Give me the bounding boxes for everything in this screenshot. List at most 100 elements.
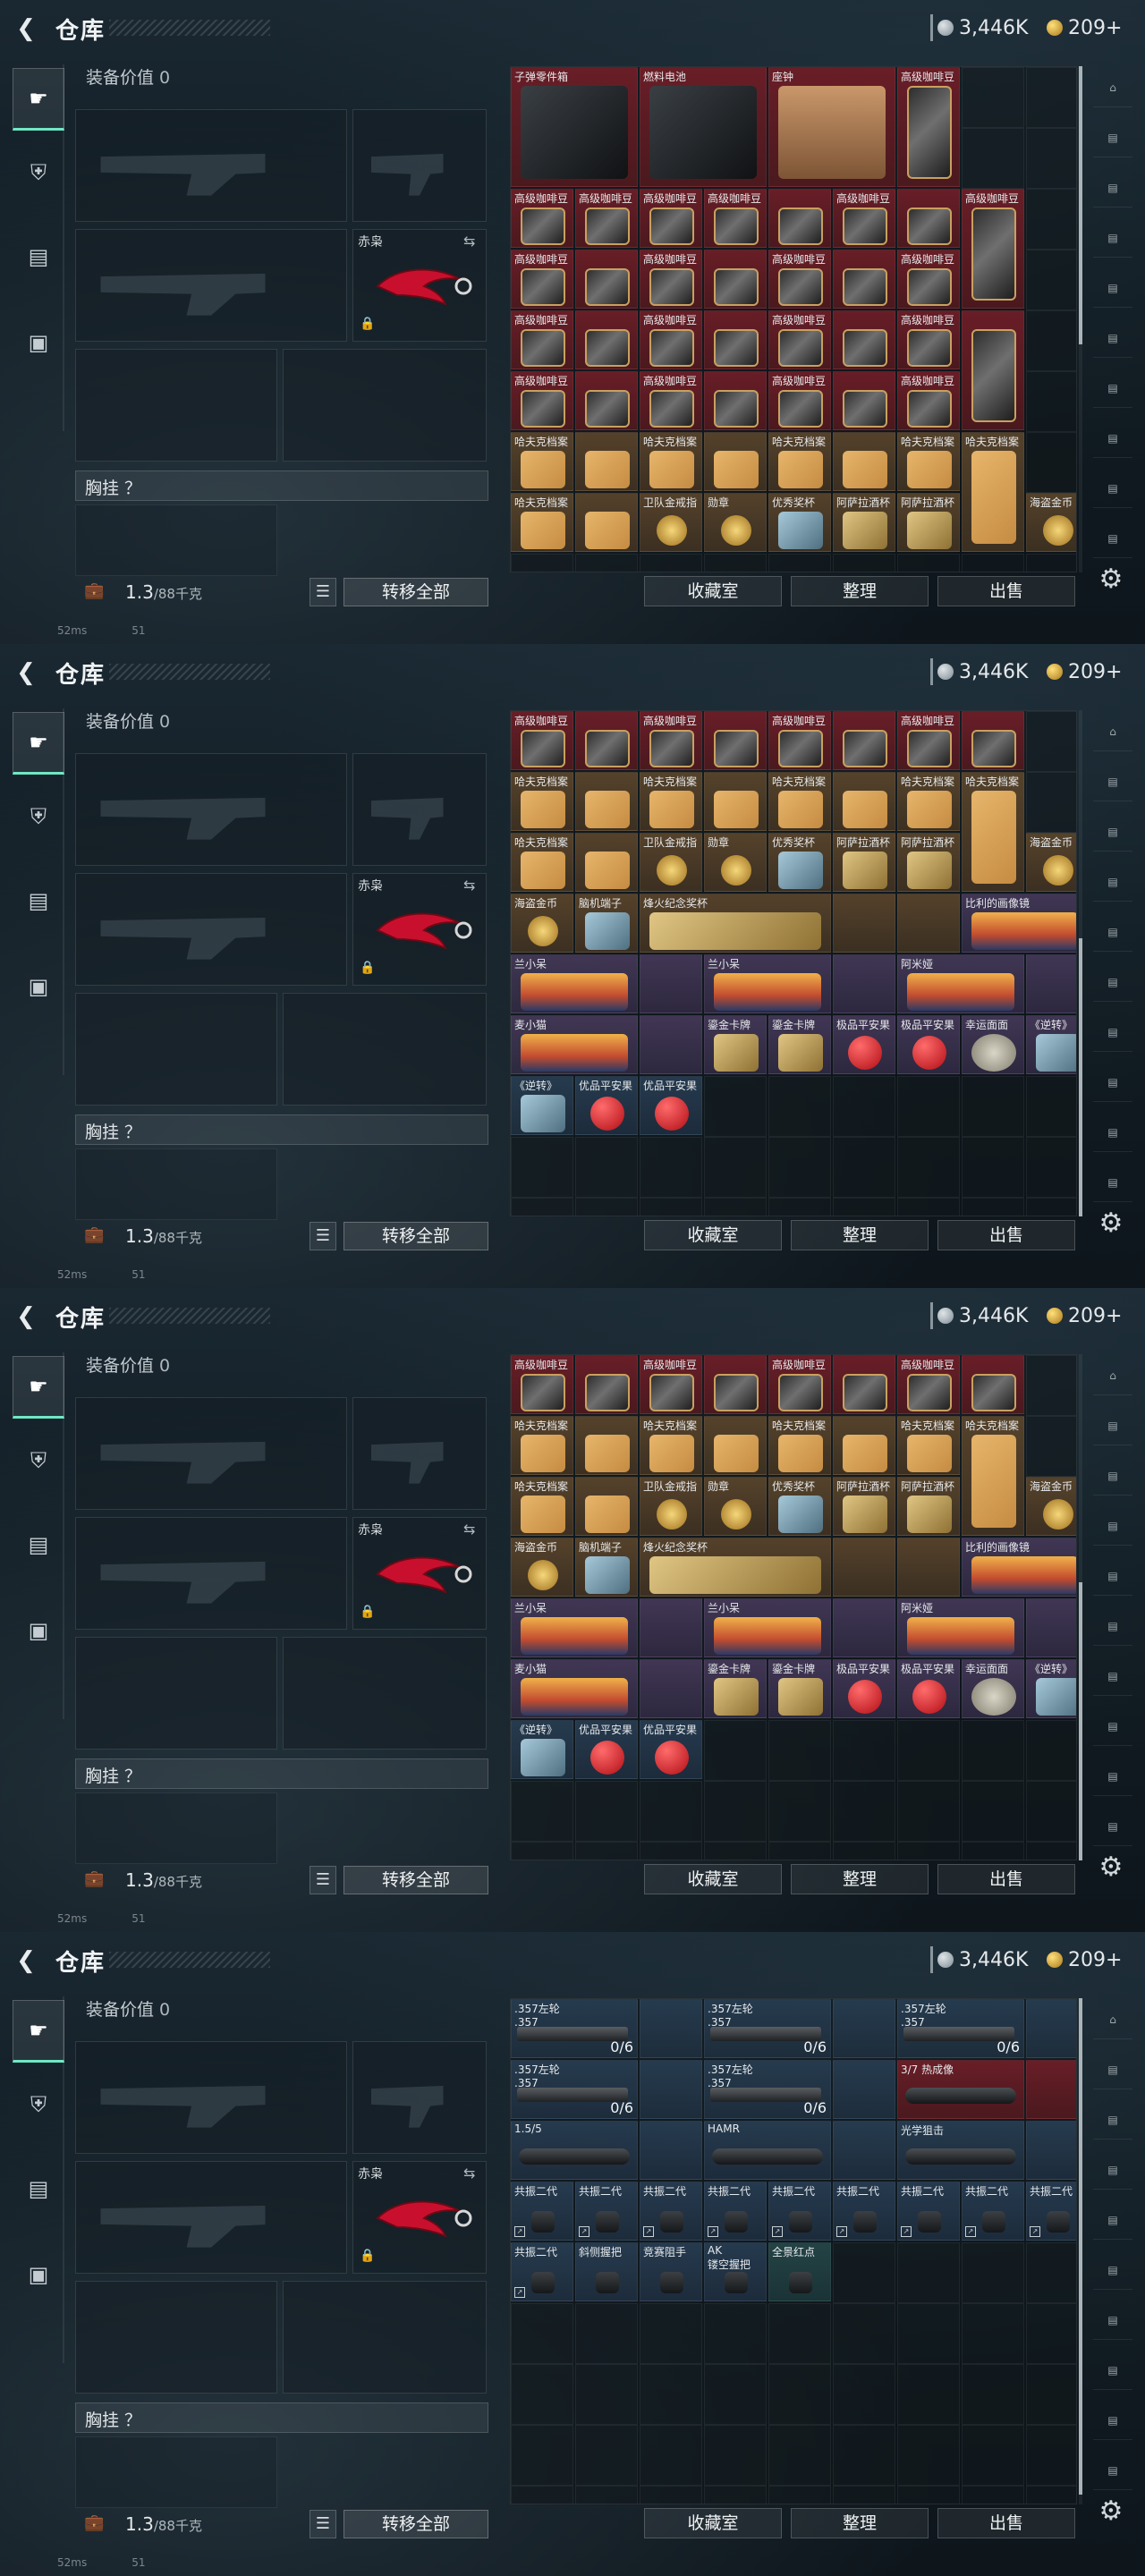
empty-slot[interactable] bbox=[511, 1198, 573, 1216]
empty-slot[interactable] bbox=[833, 1781, 895, 1842]
nav-weapons-tab[interactable]: ☛ bbox=[13, 68, 64, 131]
storage-page-10[interactable]: ▤ bbox=[1093, 519, 1132, 558]
storage-page-9[interactable]: ▤ bbox=[1093, 1757, 1132, 1796]
empty-slot[interactable] bbox=[962, 2486, 1024, 2504]
storage-item[interactable]: 兰小呆 bbox=[704, 1598, 831, 1657]
storage-page-2[interactable]: ▤ bbox=[1093, 762, 1132, 801]
storage-page-10[interactable]: ▤ bbox=[1093, 1163, 1132, 1202]
nav-armor-tab[interactable]: ⛨ bbox=[13, 1429, 64, 1492]
storage-item[interactable]: 哈夫克档案 bbox=[511, 833, 573, 892]
storage-page-1[interactable]: ⌂ bbox=[1093, 712, 1132, 751]
storage-item[interactable]: 勋章 bbox=[704, 833, 767, 892]
nav-armor-tab[interactable]: ⛨ bbox=[13, 2073, 64, 2136]
storage-item[interactable]: 哈夫克档案 bbox=[640, 432, 702, 491]
storage-item[interactable]: 光学狙击 bbox=[897, 2121, 1024, 2180]
storage-item[interactable] bbox=[704, 310, 767, 369]
secondary-weapon-slot[interactable] bbox=[75, 229, 347, 342]
storage-item[interactable]: .357左轮 .357 0/6 bbox=[704, 2060, 831, 2119]
storage-page-3[interactable]: ▤ bbox=[1093, 2100, 1132, 2140]
storage-item[interactable] bbox=[962, 310, 1024, 430]
swap-icon[interactable]: ⇆ bbox=[463, 2165, 475, 2182]
storage-item[interactable]: 哈夫克档案 bbox=[962, 1416, 1024, 1536]
storage-item[interactable] bbox=[833, 250, 895, 309]
empty-slot[interactable] bbox=[768, 2303, 831, 2364]
storage-item[interactable]: 勋章 bbox=[704, 493, 767, 552]
storage-item[interactable] bbox=[575, 1477, 638, 1536]
storage-item[interactable]: 高级咖啡豆 bbox=[768, 1355, 831, 1414]
empty-slot[interactable] bbox=[833, 2364, 895, 2425]
empty-slot[interactable] bbox=[1026, 2364, 1076, 2425]
sort-button[interactable]: 整理 bbox=[791, 576, 929, 606]
storage-item[interactable] bbox=[833, 371, 895, 430]
storage-item[interactable] bbox=[897, 894, 960, 953]
storage-item[interactable] bbox=[962, 1355, 1024, 1414]
storage-item[interactable]: 阿萨拉酒杯 bbox=[897, 833, 960, 892]
storage-page-7[interactable]: ▤ bbox=[1093, 1013, 1132, 1052]
body-armor-slot[interactable] bbox=[283, 349, 487, 462]
empty-slot[interactable] bbox=[704, 1076, 767, 1137]
storage-page-8[interactable]: ▤ bbox=[1093, 419, 1132, 458]
pistol-slot[interactable] bbox=[352, 2041, 487, 2154]
storage-item[interactable]: 海盗金币 bbox=[511, 894, 573, 953]
storage-page-3[interactable]: ▤ bbox=[1093, 812, 1132, 852]
empty-slot[interactable] bbox=[897, 1076, 960, 1137]
empty-slot[interactable] bbox=[768, 1137, 831, 1198]
storage-item[interactable]: 卫队金戒指 bbox=[640, 493, 702, 552]
storage-item[interactable] bbox=[575, 371, 638, 430]
empty-slot[interactable] bbox=[511, 2303, 573, 2364]
storage-item[interactable]: 全景红点 bbox=[768, 2242, 831, 2301]
backpack-slot[interactable] bbox=[75, 1792, 277, 1864]
empty-slot[interactable] bbox=[1026, 1781, 1076, 1842]
chest-rig-slot[interactable]: 胸挂 ？ bbox=[75, 470, 488, 501]
storage-item[interactable] bbox=[640, 954, 702, 1013]
empty-slot[interactable] bbox=[575, 2303, 638, 2364]
list-view-button[interactable]: ☰ bbox=[310, 2510, 336, 2538]
transfer-all-button[interactable]: 转移全部 bbox=[344, 578, 488, 606]
collection-room-button[interactable]: 收藏室 bbox=[644, 576, 782, 606]
storage-scrollbar[interactable] bbox=[1079, 1354, 1082, 1860]
storage-item[interactable] bbox=[833, 711, 895, 770]
storage-grid[interactable]: .357左轮 .357 0/6 .357左轮 .357 0/6 .357左轮 .357 0… bbox=[510, 1998, 1077, 2504]
empty-slot[interactable] bbox=[1026, 1198, 1076, 1216]
nav-backpack-tab[interactable]: ▣ bbox=[13, 311, 64, 374]
body-armor-slot[interactable] bbox=[283, 2281, 487, 2394]
storage-item[interactable]: 优品平安果 bbox=[575, 1076, 638, 1135]
primary-weapon-slot[interactable] bbox=[75, 1397, 347, 1510]
storage-item[interactable]: 烽火纪念奖杯 bbox=[640, 1538, 831, 1597]
storage-item[interactable]: 高级咖啡豆 bbox=[640, 189, 702, 248]
storage-item[interactable] bbox=[833, 432, 895, 491]
storage-item[interactable] bbox=[833, 310, 895, 369]
storage-page-5[interactable]: ▤ bbox=[1093, 268, 1132, 308]
storage-item[interactable] bbox=[640, 1015, 702, 1074]
storage-item[interactable]: 鎏金卡牌 bbox=[768, 1659, 831, 1718]
storage-item[interactable]: .357左轮 .357 0/6 bbox=[897, 1999, 1024, 2058]
pistol-slot[interactable] bbox=[352, 753, 487, 866]
storage-scrollbar[interactable] bbox=[1079, 66, 1082, 572]
storage-item[interactable]: 《逆转》 bbox=[511, 1076, 573, 1135]
currency-gold[interactable]: 209+ bbox=[1047, 1304, 1122, 1327]
currency-gold[interactable]: 209+ bbox=[1047, 660, 1122, 683]
currency-hafcoin[interactable]: 3,446K bbox=[937, 1304, 1028, 1327]
sell-button[interactable]: 出售 bbox=[937, 1220, 1075, 1250]
storage-item[interactable]: 优品平安果 bbox=[640, 1076, 702, 1135]
empty-slot[interactable] bbox=[768, 1076, 831, 1137]
storage-item[interactable] bbox=[575, 772, 638, 831]
empty-slot[interactable] bbox=[704, 1781, 767, 1842]
storage-item[interactable]: 哈夫克档案 bbox=[897, 772, 960, 831]
storage-item[interactable]: 高级咖啡豆 bbox=[768, 310, 831, 369]
storage-page-8[interactable]: ▤ bbox=[1093, 2351, 1132, 2390]
storage-item[interactable]: 极品平安果 bbox=[897, 1015, 960, 1074]
storage-item[interactable]: 阿萨拉酒杯 bbox=[833, 833, 895, 892]
storage-item[interactable] bbox=[704, 250, 767, 309]
storage-item[interactable]: 高级咖啡豆 bbox=[511, 250, 573, 309]
empty-slot[interactable] bbox=[768, 2364, 831, 2425]
storage-item[interactable] bbox=[640, 2121, 702, 2180]
empty-slot[interactable] bbox=[897, 1781, 960, 1842]
empty-slot[interactable] bbox=[833, 2303, 895, 2364]
empty-slot[interactable] bbox=[1026, 2303, 1076, 2364]
storage-item[interactable]: 极品平安果 bbox=[897, 1659, 960, 1718]
empty-slot[interactable] bbox=[833, 1720, 895, 1781]
empty-slot[interactable] bbox=[640, 1842, 702, 1860]
storage-page-6[interactable]: ▤ bbox=[1093, 2250, 1132, 2290]
storage-item[interactable]: .357左轮 .357 0/6 bbox=[511, 2060, 638, 2119]
